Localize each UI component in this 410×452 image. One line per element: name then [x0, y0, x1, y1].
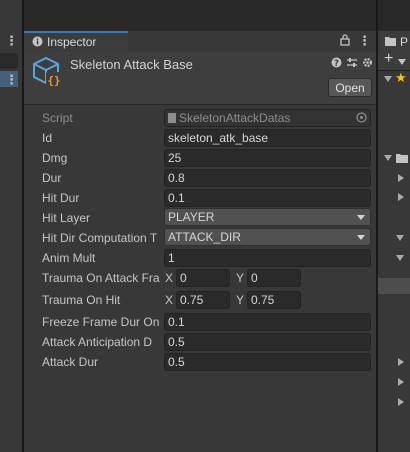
script-field: SkeletonAttackDatas — [164, 109, 371, 127]
dmg-field[interactable]: 25 — [164, 149, 371, 167]
field-label-freeze-frame: Freeze Frame Dur On — [42, 315, 160, 329]
script-value: SkeletonAttackDatas — [179, 111, 291, 125]
svg-text:{}: {} — [47, 74, 60, 87]
trauma-attack-x-field[interactable]: 0 — [176, 269, 230, 287]
hit-dir-dropdown[interactable]: ATTACK_DIR — [164, 228, 371, 246]
hit-dir-value: ATTACK_DIR — [168, 230, 241, 244]
panel-menu-icon[interactable]: ⋮ — [5, 33, 18, 49]
asset-title: Skeleton Attack Base — [70, 57, 193, 72]
hit-layer-dropdown[interactable]: PLAYER — [164, 208, 371, 226]
folder-icon — [385, 37, 396, 46]
field-label-hit-dir: Hit Dir Computation T — [42, 231, 158, 245]
tab-project-label: P — [400, 35, 409, 49]
chevron-down-icon[interactable] — [384, 155, 392, 161]
field-label-hit-layer: Hit Layer — [42, 211, 91, 225]
chevron-right-icon[interactable] — [398, 193, 404, 201]
chevron-down-icon[interactable] — [398, 59, 406, 65]
x-label: X — [165, 293, 174, 307]
trauma-hit-y-field[interactable]: 0.75 — [247, 291, 301, 309]
chevron-down-icon — [357, 235, 365, 240]
selected-row[interactable] — [378, 278, 410, 294]
chevron-right-icon[interactable] — [398, 358, 404, 366]
scriptable-object-icon: {} — [33, 56, 62, 87]
chevron-down-icon[interactable] — [384, 76, 392, 82]
row-menu-icon[interactable]: ⋮ — [5, 72, 18, 88]
chevron-right-icon[interactable] — [398, 174, 404, 182]
gear-icon[interactable] — [362, 57, 373, 68]
field-label-trauma-hit: Trauma On Hit — [42, 293, 121, 307]
field-label-dur: Dur — [42, 171, 62, 185]
trauma-hit-x-field[interactable]: 0.75 — [176, 291, 230, 309]
dur-field[interactable]: 0.8 — [164, 169, 371, 187]
field-label-anim-mult: Anim Mult — [42, 251, 96, 265]
tab-inspector-label: Inspector — [47, 35, 97, 49]
panel-menu-icon[interactable]: ⋮ — [358, 33, 371, 49]
field-label-trauma-attack: Trauma On Attack Fra — [42, 271, 160, 285]
search-field[interactable] — [0, 53, 18, 69]
script-icon — [168, 113, 176, 123]
field-label-id: Id — [42, 131, 53, 145]
info-icon — [32, 36, 43, 47]
field-label-hit-dur: Hit Dur — [42, 191, 80, 205]
x-label: X — [165, 271, 174, 285]
lock-icon[interactable] — [340, 34, 350, 46]
field-label-attack-anticipation: Attack Anticipation D — [42, 335, 153, 349]
freeze-frame-field[interactable]: 0.1 — [164, 313, 371, 331]
help-icon[interactable]: ? — [331, 57, 342, 68]
hit-layer-value: PLAYER — [168, 210, 215, 224]
y-label: Y — [236, 271, 245, 285]
chevron-down-icon[interactable] — [396, 255, 404, 261]
field-label-attack-dur: Attack Dur — [42, 355, 99, 369]
anim-mult-field[interactable]: 1 — [164, 249, 371, 267]
attack-anticipation-field[interactable]: 0.5 — [164, 333, 371, 351]
svg-text:?: ? — [334, 59, 339, 68]
tab-strip — [378, 0, 410, 31]
open-button[interactable]: Open — [328, 78, 372, 97]
script-label: Script — [42, 111, 73, 125]
id-field[interactable]: skeleton_atk_base — [164, 129, 371, 147]
chevron-down-icon[interactable] — [396, 235, 404, 241]
chevron-down-icon — [357, 215, 365, 220]
trauma-attack-y-field[interactable]: 0 — [247, 269, 301, 287]
field-label-dmg: Dmg — [42, 151, 68, 165]
tab-strip — [24, 0, 376, 31]
plus-icon[interactable]: + — [384, 50, 393, 68]
hit-dur-field[interactable]: 0.1 — [164, 189, 371, 207]
object-picker-icon[interactable] — [356, 112, 367, 123]
preset-icon[interactable] — [346, 57, 358, 68]
chevron-right-icon[interactable] — [398, 378, 404, 386]
star-icon: ★ — [395, 70, 407, 85]
folder-icon — [396, 154, 408, 163]
chevron-right-icon[interactable] — [398, 398, 404, 406]
y-label: Y — [236, 293, 245, 307]
attack-dur-field[interactable]: 0.5 — [164, 353, 371, 371]
